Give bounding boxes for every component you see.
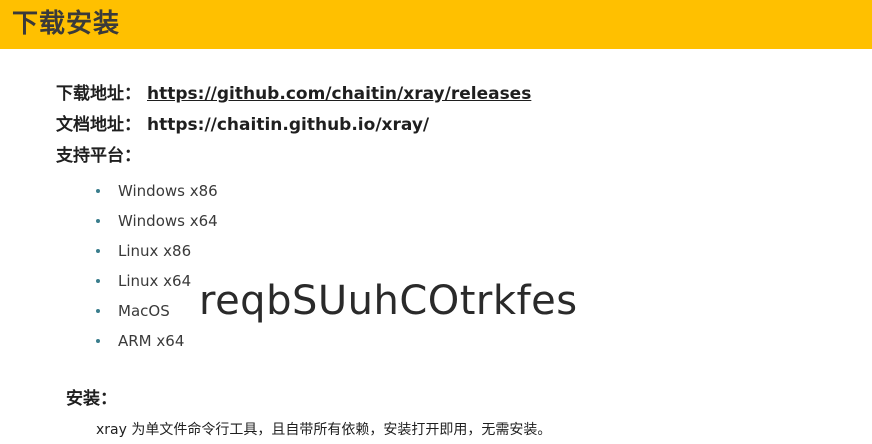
docs-label: 文档地址： xyxy=(56,115,141,135)
list-item: ARM x64 xyxy=(96,326,218,356)
list-item: Linux x86 xyxy=(96,236,218,266)
bullet-icon xyxy=(96,249,100,253)
download-link[interactable]: https://github.com/chaitin/xray/releases xyxy=(147,84,531,104)
docs-row: 文档地址： https://chaitin.github.io/xray/ xyxy=(56,114,429,136)
list-item: Windows x86 xyxy=(96,176,218,206)
platforms-heading: 支持平台： xyxy=(56,146,141,166)
install-heading: 安装： xyxy=(66,389,117,409)
slide-page: 下载安装 下载地址： https://github.com/chaitin/xra… xyxy=(0,0,872,444)
list-item: Windows x64 xyxy=(96,206,218,236)
bullet-icon xyxy=(96,309,100,313)
platform-label: Linux x86 xyxy=(118,242,192,260)
bullet-icon xyxy=(96,219,100,223)
platform-label: Windows x86 xyxy=(118,182,218,200)
bullet-icon xyxy=(96,189,100,193)
platform-list: Windows x86 Windows x64 Linux x86 Linux … xyxy=(96,176,218,356)
install-description: xray 为单文件命令行工具，且自带所有依赖，安装打开即用，无需安装。 xyxy=(96,422,552,438)
bullet-icon xyxy=(96,339,100,343)
platform-label: MacOS xyxy=(118,302,170,320)
page-title: 下载安装 xyxy=(12,9,121,39)
platform-label: Linux x64 xyxy=(118,272,192,290)
overlay-text: reqbSUuhCOtrkfes xyxy=(199,278,578,324)
platform-label: ARM x64 xyxy=(118,332,185,350)
header-bar: 下载安装 xyxy=(0,0,872,49)
download-row: 下载地址： https://github.com/chaitin/xray/rel… xyxy=(56,83,531,105)
platform-label: Windows x64 xyxy=(118,212,218,230)
bullet-icon xyxy=(96,279,100,283)
download-label: 下载地址： xyxy=(56,84,141,104)
docs-url: https://chaitin.github.io/xray/ xyxy=(147,115,430,135)
